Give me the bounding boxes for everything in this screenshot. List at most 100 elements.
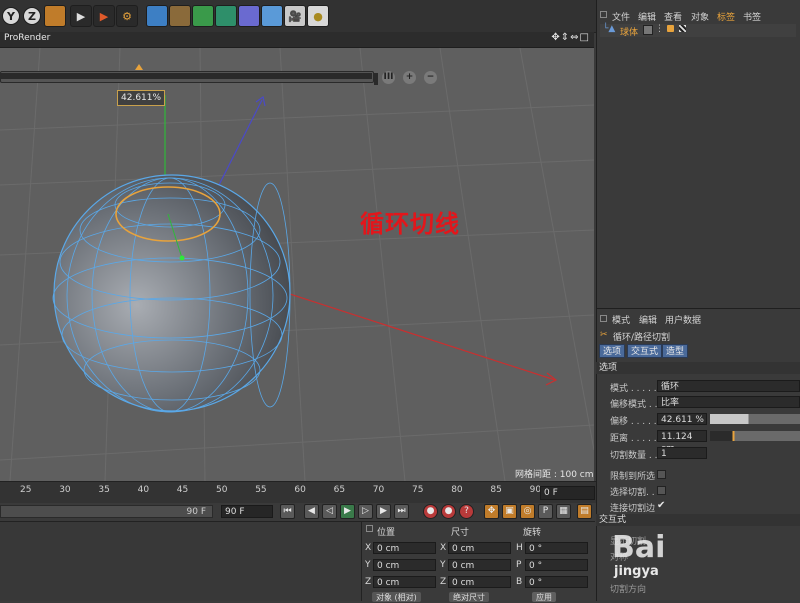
editor-render-dots-icon[interactable]: ⋮: [655, 24, 664, 34]
timeline-tick-label: 30: [59, 485, 71, 495]
key-scale-icon[interactable]: ▣: [502, 504, 517, 519]
loop-offset-slider-fill: [0, 73, 372, 79]
key-parameter-icon[interactable]: P: [538, 504, 553, 519]
tab-interactive[interactable]: 交互式: [627, 344, 663, 358]
size-z-field[interactable]: 0 cm: [448, 576, 511, 588]
select-cuts-checkbox[interactable]: [657, 486, 666, 495]
offset-marker-icon[interactable]: [135, 64, 143, 70]
slider-add-button[interactable]: +: [403, 71, 416, 84]
slider-menu-button[interactable]: III: [382, 71, 395, 84]
timeline-window-icon[interactable]: ▤: [577, 504, 592, 519]
coords-size-header: 尺寸: [451, 528, 470, 538]
offset-mode-dropdown[interactable]: 比率: [657, 396, 800, 408]
timeline-tick-label: 25: [20, 485, 32, 495]
timeline-tick-label: 55: [255, 485, 267, 495]
attr-menu-userdata[interactable]: 用户数据: [665, 313, 701, 326]
limit-to-selection-checkbox[interactable]: [657, 470, 666, 479]
tab-options[interactable]: 选项: [599, 344, 626, 358]
distance-slider[interactable]: [710, 431, 800, 441]
timeline-tick-label: 85: [490, 485, 502, 495]
offset-field[interactable]: 42.611 %: [657, 413, 707, 425]
pen-spline-icon[interactable]: [169, 5, 191, 27]
apply-button[interactable]: 应用: [532, 592, 556, 602]
rotation-p-field[interactable]: 0 °: [525, 559, 588, 571]
axis-z-lock-icon[interactable]: Z: [23, 7, 41, 25]
keyframe-selection-icon[interactable]: ?: [459, 504, 474, 519]
next-frame-icon[interactable]: ▷: [358, 504, 373, 519]
position-z-field[interactable]: 0 cm: [373, 576, 436, 588]
coords-grip-icon[interactable]: [366, 525, 373, 532]
position-x-field[interactable]: 0 cm: [373, 542, 436, 554]
record-keys-icon[interactable]: ●: [423, 504, 438, 519]
current-frame-field[interactable]: 0 F: [540, 486, 595, 500]
floor-scene-icon[interactable]: [261, 5, 283, 27]
object-name[interactable]: 球体: [620, 25, 638, 38]
play-icon[interactable]: ▶: [340, 504, 355, 519]
rotation-h-field[interactable]: 0 °: [525, 542, 588, 554]
menu-view[interactable]: 查看: [664, 10, 682, 23]
menu-tags[interactable]: 标签: [717, 10, 735, 23]
viewport-title[interactable]: ProRender: [4, 33, 50, 43]
tab-shaping[interactable]: 造型: [662, 344, 689, 358]
cut-count-field[interactable]: 1: [657, 447, 707, 459]
rotation-b-field[interactable]: 0 °: [525, 576, 588, 588]
go-to-start-icon[interactable]: ⏮: [280, 504, 295, 519]
layer-visibility-icon[interactable]: [643, 25, 653, 35]
phong-tag-icon[interactable]: [667, 25, 674, 32]
connect-cut-edges-checkbox[interactable]: ✔: [657, 500, 665, 511]
timeline-tick-label: 40: [137, 485, 150, 495]
subdivision-nurbs-icon[interactable]: [192, 5, 214, 27]
timeline-tick-label: 35: [98, 485, 110, 495]
axis-y-lock-icon[interactable]: Y: [2, 7, 20, 25]
coord-axis-label: X: [440, 543, 447, 553]
slider-remove-button[interactable]: −: [424, 71, 437, 84]
section-interactive-header[interactable]: 交互式: [596, 514, 800, 526]
render-view-icon[interactable]: ▶: [70, 5, 92, 27]
attrmgr-grip-icon[interactable]: [600, 315, 607, 322]
menu-edit[interactable]: 编辑: [638, 10, 656, 23]
object-relative-dropdown[interactable]: 对象 (相对): [372, 592, 421, 602]
key-position-icon[interactable]: ✥: [484, 504, 499, 519]
end-frame-field[interactable]: 90 F: [221, 505, 273, 518]
light-icon[interactable]: ●: [307, 5, 329, 27]
auto-key-icon[interactable]: ●: [441, 504, 456, 519]
prev-key-icon[interactable]: ◀: [304, 504, 319, 519]
render-picture-viewer-icon[interactable]: ▶: [93, 5, 115, 27]
deformer-icon[interactable]: [238, 5, 260, 27]
attr-menu-edit[interactable]: 编辑: [639, 313, 657, 326]
menu-bookmarks[interactable]: 书签: [743, 10, 761, 23]
cube-primitive-icon[interactable]: [146, 5, 168, 27]
absolute-size-dropdown[interactable]: 绝对尺寸: [449, 592, 489, 602]
mode-dropdown[interactable]: 循环: [657, 380, 800, 392]
coordinate-system-icon[interactable]: [44, 5, 66, 27]
viewport-nav-icons[interactable]: ✥⇕⇔□: [551, 32, 590, 43]
menu-object[interactable]: 对象: [691, 10, 709, 23]
preview-range-slider[interactable]: 90 F: [0, 505, 213, 518]
z-axis-arrow-icon: [255, 95, 266, 107]
render-settings-icon[interactable]: ⚙: [116, 5, 138, 27]
sphere-object[interactable]: [53, 174, 291, 412]
distance-field[interactable]: 11.124 cm: [657, 430, 707, 454]
section-options-header[interactable]: 选项: [596, 362, 800, 374]
key-rotation-icon[interactable]: ◎: [520, 504, 535, 519]
texture-tag-icon[interactable]: [679, 25, 686, 32]
go-to-end-icon[interactable]: ⏭: [394, 504, 409, 519]
prev-frame-icon[interactable]: ◁: [322, 504, 337, 519]
3d-viewport[interactable]: [0, 48, 594, 481]
menu-file[interactable]: 文件: [612, 10, 630, 23]
axis-origin-handle[interactable]: [179, 255, 185, 261]
objmgr-grip-icon[interactable]: [600, 11, 607, 18]
attr-menu-mode[interactable]: 模式: [612, 313, 630, 326]
coord-axis-label: B: [516, 577, 523, 587]
next-key-icon[interactable]: ▶: [376, 504, 391, 519]
size-y-field[interactable]: 0 cm: [448, 559, 511, 571]
size-x-field[interactable]: 0 cm: [448, 542, 511, 554]
offset-slider[interactable]: [710, 414, 800, 424]
position-y-field[interactable]: 0 cm: [373, 559, 436, 571]
coord-axis-label: Z: [365, 577, 372, 587]
offset-mode-label: 偏移模式 . .: [610, 400, 658, 410]
loop-cut-tool-icon: ✂: [600, 330, 608, 340]
key-pla-icon[interactable]: ▦: [556, 504, 571, 519]
camera-icon[interactable]: 🎥: [284, 5, 306, 27]
array-generator-icon[interactable]: [215, 5, 237, 27]
